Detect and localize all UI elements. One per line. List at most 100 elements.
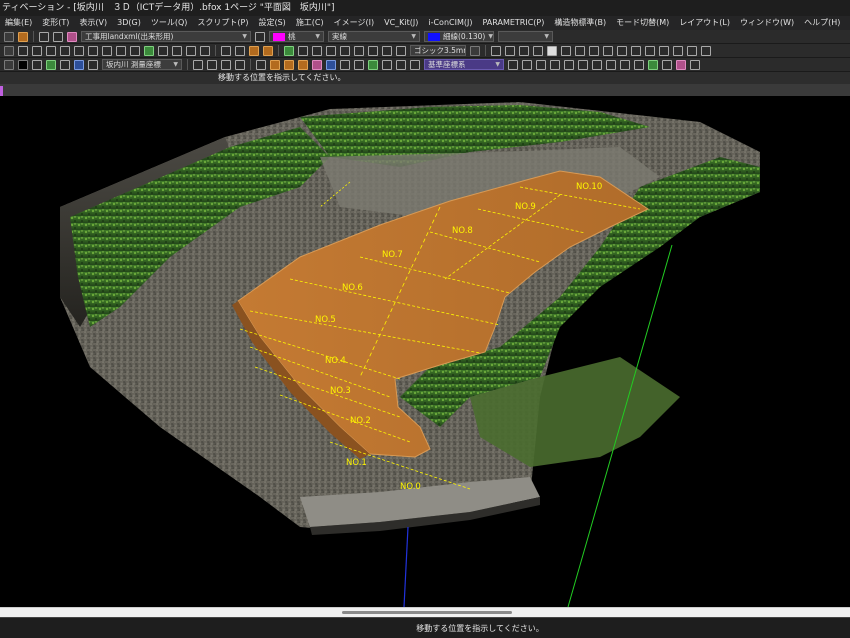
eye-icon[interactable] bbox=[39, 31, 49, 42]
square-icon[interactable] bbox=[575, 45, 585, 56]
trim-icon[interactable] bbox=[603, 45, 613, 56]
cursor-arrow-icon[interactable] bbox=[74, 59, 84, 70]
3d-top-icon[interactable] bbox=[284, 59, 294, 70]
menu-icon[interactable] bbox=[4, 45, 14, 56]
layer-select[interactable]: 工事用landxml(出来形用) ▼ bbox=[81, 31, 251, 42]
orbit-icon[interactable] bbox=[256, 59, 266, 70]
horizontal-scrollbar[interactable] bbox=[0, 607, 850, 617]
brush-icon[interactable] bbox=[116, 45, 126, 56]
break-icon[interactable] bbox=[673, 45, 683, 56]
menu-construction[interactable]: 施工(C) bbox=[291, 16, 329, 30]
menu-tools[interactable]: ツール(Q) bbox=[146, 16, 193, 30]
array-icon[interactable] bbox=[340, 45, 350, 56]
menu-script[interactable]: スクリプト(P) bbox=[192, 16, 253, 30]
menu-settings[interactable]: 設定(S) bbox=[253, 16, 290, 30]
ucs-rotate-icon[interactable] bbox=[536, 59, 546, 70]
image-icon[interactable] bbox=[200, 45, 210, 56]
pen-icon[interactable] bbox=[88, 45, 98, 56]
menu-edit[interactable]: 編集(E) bbox=[0, 16, 37, 30]
section-icon[interactable] bbox=[382, 59, 392, 70]
hand-icon[interactable] bbox=[690, 59, 700, 70]
polygon-icon[interactable] bbox=[32, 45, 42, 56]
eraser-icon[interactable] bbox=[74, 45, 84, 56]
table-icon[interactable] bbox=[368, 45, 378, 56]
3d-side-icon[interactable] bbox=[312, 59, 322, 70]
menu-parametric[interactable]: PARAMETRIC(P) bbox=[477, 16, 549, 30]
copy-icon[interactable] bbox=[221, 45, 231, 56]
block-icon[interactable] bbox=[263, 45, 273, 56]
ucs-3point-icon[interactable] bbox=[550, 59, 560, 70]
frame-icon[interactable] bbox=[88, 59, 98, 70]
3d-viewport[interactable]: NO.0 NO.1 NO.2 NO.3 NO.4 NO.5 NO.6 NO.7 … bbox=[0, 97, 850, 607]
ucs-z-icon[interactable] bbox=[662, 59, 672, 70]
3d-iso-icon[interactable] bbox=[326, 59, 336, 70]
offset-icon[interactable] bbox=[631, 45, 641, 56]
line-icon[interactable] bbox=[491, 45, 501, 56]
ucs-previous-icon[interactable] bbox=[606, 59, 616, 70]
coordinate-system-select[interactable]: 坂内川 測量座標 ▼ bbox=[102, 59, 182, 70]
rect-white-icon[interactable] bbox=[547, 45, 557, 56]
menu-view[interactable]: 表示(V) bbox=[74, 16, 112, 30]
text-icon[interactable] bbox=[561, 45, 571, 56]
menu-help[interactable]: ヘルプ(H) bbox=[799, 16, 845, 30]
arc-icon[interactable] bbox=[533, 45, 543, 56]
menu-mode-switch[interactable]: モード切替(M) bbox=[611, 16, 674, 30]
angle-icon[interactable] bbox=[186, 45, 196, 56]
hatch-icon[interactable] bbox=[158, 45, 168, 56]
join-icon[interactable] bbox=[687, 45, 697, 56]
menu-layout[interactable]: レイアウト(L) bbox=[674, 16, 735, 30]
ucs-world-icon[interactable] bbox=[592, 59, 602, 70]
layer-color-icon[interactable] bbox=[67, 31, 77, 42]
pencil-icon[interactable] bbox=[144, 45, 154, 56]
linewidth-select[interactable]: 細線(0.130) ▼ bbox=[424, 31, 494, 42]
group-icon[interactable] bbox=[249, 45, 259, 56]
align-icon[interactable] bbox=[354, 45, 364, 56]
dimension-icon[interactable] bbox=[130, 45, 140, 56]
grid-icon[interactable] bbox=[382, 45, 392, 56]
ucs-icon[interactable] bbox=[508, 59, 518, 70]
layer-icon[interactable] bbox=[396, 59, 406, 70]
hatch-pattern-icon[interactable] bbox=[701, 45, 711, 56]
snap-icon[interactable] bbox=[396, 45, 406, 56]
lock-icon[interactable] bbox=[53, 31, 63, 42]
ucs-face-icon[interactable] bbox=[564, 59, 574, 70]
menu-image[interactable]: イメージ(I) bbox=[329, 16, 379, 30]
mesh-icon[interactable] bbox=[354, 59, 364, 70]
properties-icon[interactable] bbox=[410, 59, 420, 70]
command-input-bar[interactable] bbox=[0, 84, 850, 96]
chamfer-icon[interactable] bbox=[659, 45, 669, 56]
menu-structure-standard[interactable]: 構造物標準(B) bbox=[549, 16, 611, 30]
render-icon[interactable] bbox=[60, 59, 70, 70]
save-view-icon[interactable] bbox=[235, 59, 245, 70]
mirror-icon[interactable] bbox=[312, 45, 322, 56]
3d-front-icon[interactable] bbox=[298, 59, 308, 70]
menu-vc-kit[interactable]: VC_Kit(J) bbox=[379, 16, 423, 30]
menu-window[interactable]: ウィンドウ(W) bbox=[735, 16, 799, 30]
text-box-icon[interactable] bbox=[46, 45, 56, 56]
paste-icon[interactable] bbox=[235, 45, 245, 56]
grid-view-icon[interactable] bbox=[4, 59, 14, 70]
arc-icon[interactable] bbox=[60, 45, 70, 56]
linetype-select[interactable]: 実線 ▼ bbox=[328, 31, 420, 42]
menu-transform[interactable]: 変形(T) bbox=[37, 16, 74, 30]
dropdown-icon[interactable] bbox=[4, 31, 14, 42]
fillet-icon[interactable] bbox=[645, 45, 655, 56]
globe-icon[interactable] bbox=[46, 59, 56, 70]
rotate-icon[interactable] bbox=[298, 45, 308, 56]
select-icon[interactable] bbox=[589, 45, 599, 56]
ucs-named-icon[interactable] bbox=[676, 59, 686, 70]
color-picker-icon[interactable] bbox=[32, 59, 42, 70]
base-coordinate-select[interactable]: 基準座標系 ▼ bbox=[424, 59, 504, 70]
ucs-y-icon[interactable] bbox=[648, 59, 658, 70]
arc-3pt-icon[interactable] bbox=[519, 45, 529, 56]
scale-icon[interactable] bbox=[326, 45, 336, 56]
menu-iconcim[interactable]: i-ConCIM(J) bbox=[423, 16, 477, 30]
point-cloud-icon[interactable] bbox=[340, 59, 350, 70]
ucs-x-icon[interactable] bbox=[634, 59, 644, 70]
3d-box-icon[interactable] bbox=[270, 59, 280, 70]
scrollbar-thumb[interactable] bbox=[342, 611, 512, 614]
color-select[interactable]: 桃 ▼ bbox=[269, 31, 324, 42]
menu-3d[interactable]: 3D(G) bbox=[112, 16, 146, 30]
color-black-icon[interactable] bbox=[18, 59, 28, 70]
move-icon[interactable] bbox=[284, 45, 294, 56]
